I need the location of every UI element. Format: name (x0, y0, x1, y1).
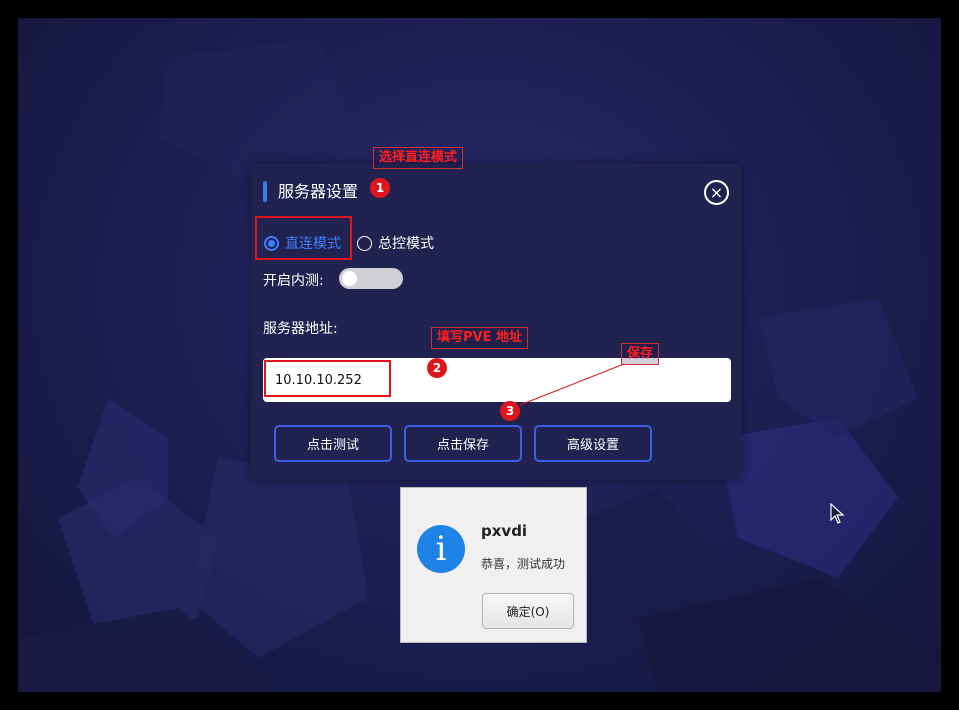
mouse-cursor-icon (830, 503, 845, 524)
message-box-title: pxvdi (481, 522, 528, 540)
info-icon: i (417, 525, 465, 573)
ok-button[interactable]: 确定(O) (482, 593, 574, 629)
annotation-badge-3: 3 (500, 401, 520, 421)
message-box-text: 恭喜，测试成功 (481, 557, 566, 571)
